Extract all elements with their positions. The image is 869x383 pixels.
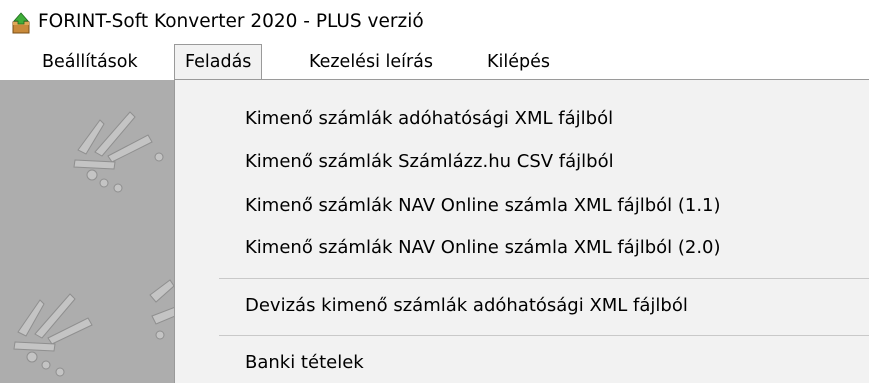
menu-separator — [219, 335, 869, 336]
menu-kilepes[interactable]: Kilépés — [477, 44, 560, 80]
menu-item-devizas-xml[interactable]: Devizás kimenő számlák adóhatósági XML f… — [245, 286, 688, 326]
menu-item-nav-online-1-1[interactable]: Kimenő számlák NAV Online számla XML fáj… — [245, 186, 721, 226]
menu-feladas[interactable]: Feladás — [174, 44, 263, 80]
menu-item-banki-tetelek[interactable]: Banki tételek — [245, 343, 364, 383]
menu-icon-gutter — [175, 80, 217, 383]
menu-bar: Beállítások Feladás Kezelési leírás Kilé… — [0, 44, 869, 80]
feladas-dropdown-menu: Kimenő számlák adóhatósági XML fájlból K… — [174, 79, 869, 383]
title-bar[interactable]: FORINT-Soft Konverter 2020 - PLUS verzió — [0, 0, 869, 44]
menu-beallitasok[interactable]: Beállítások — [32, 44, 148, 80]
menu-item-nav-online-2-0[interactable]: Kimenő számlák NAV Online számla XML fáj… — [245, 228, 721, 268]
menu-item-adohatosagi-xml[interactable]: Kimenő számlák adóhatósági XML fájlból — [245, 99, 613, 139]
app-package-icon — [12, 12, 30, 34]
menu-kezelesi-leiras[interactable]: Kezelési leírás — [299, 44, 443, 80]
background-pattern — [13, 111, 180, 377]
window-title: FORINT-Soft Konverter 2020 - PLUS verzió — [38, 11, 424, 32]
client-area-background — [0, 80, 180, 383]
menu-item-szamlazz-csv[interactable]: Kimenő számlák Számlázz.hu CSV fájlból — [245, 142, 614, 182]
menu-separator — [219, 278, 869, 279]
